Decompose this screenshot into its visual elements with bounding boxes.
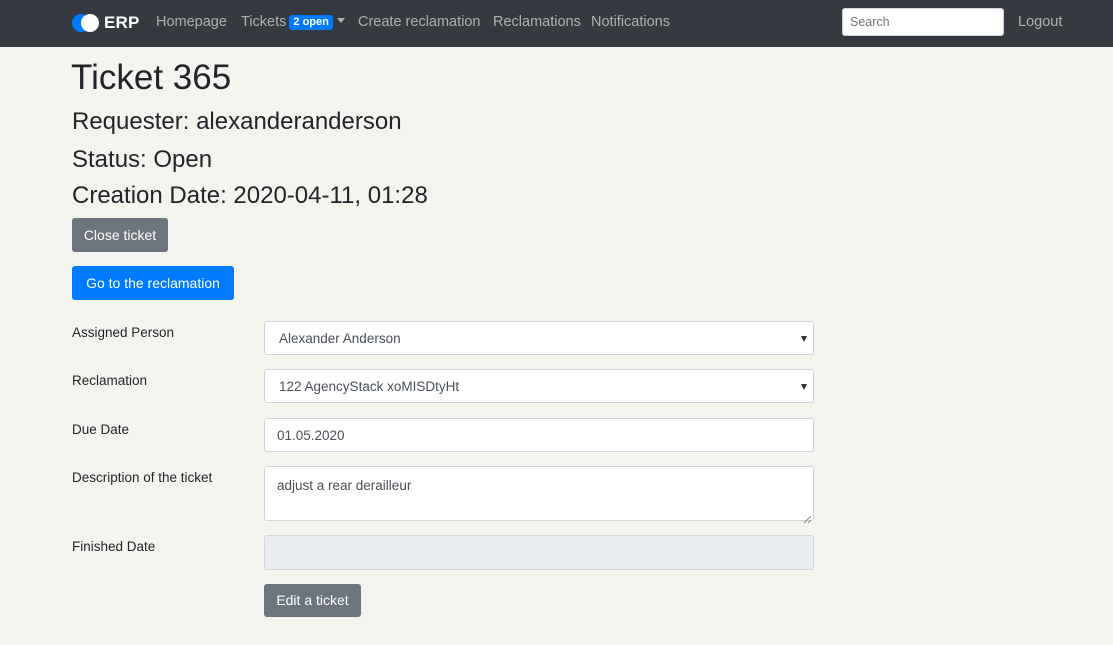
requester-heading: Requester: alexanderanderson bbox=[72, 108, 402, 135]
nav-tickets-label: Tickets bbox=[241, 14, 287, 30]
nav-logout[interactable]: Logout bbox=[1018, 14, 1062, 30]
nav-reclamations[interactable]: Reclamations bbox=[493, 14, 581, 30]
ticket-title: Ticket 365 bbox=[71, 58, 232, 97]
due-date-input[interactable]: 01.05.2020 bbox=[264, 418, 814, 452]
finished-date-label: Finished Date bbox=[72, 539, 156, 554]
status-heading: Status: Open bbox=[72, 146, 213, 173]
finished-date-input bbox=[264, 535, 814, 570]
nav-homepage[interactable]: Homepage bbox=[156, 14, 227, 30]
resize-handle-icon[interactable] bbox=[803, 510, 812, 524]
creation-date-heading: Creation Date: 2020-04-11, 01:28 bbox=[72, 182, 428, 209]
assigned-person-select[interactable]: Alexander Anderson bbox=[264, 321, 814, 355]
nav-notifications[interactable]: Notifications bbox=[591, 14, 670, 30]
go-to-reclamation-button[interactable]: Go to the reclamation bbox=[72, 266, 234, 300]
assigned-person-value: Alexander Anderson bbox=[279, 331, 401, 346]
reclamation-value: 122 AgencyStack xoMISDtyHt bbox=[279, 379, 460, 394]
nav-create-reclamation[interactable]: Create reclamation bbox=[358, 14, 481, 30]
description-textarea[interactable]: adjust a rear derailleur bbox=[264, 466, 814, 524]
assigned-person-label: Assigned Person bbox=[72, 325, 175, 340]
reclamation-select[interactable]: 122 AgencyStack xoMISDtyHt bbox=[264, 369, 814, 403]
close-ticket-button[interactable]: Close ticket bbox=[72, 218, 168, 252]
due-date-label: Due Date bbox=[72, 422, 130, 437]
erp-logo-icon bbox=[72, 14, 99, 32]
search-input[interactable] bbox=[842, 8, 1004, 36]
brand-text: ERP bbox=[104, 13, 140, 32]
description-label: Description of the ticket bbox=[72, 470, 213, 485]
description-value: adjust a rear derailleur bbox=[277, 478, 412, 493]
nav-tickets-dropdown[interactable]: Tickets 2 open bbox=[241, 14, 345, 31]
select-arrow-icon bbox=[801, 336, 807, 342]
caret-down-icon bbox=[336, 18, 345, 23]
brand-link[interactable]: ERP bbox=[72, 12, 140, 34]
edit-ticket-button[interactable]: Edit a ticket bbox=[264, 584, 361, 617]
navbar: ERP Homepage Tickets 2 open Create reclam… bbox=[0, 0, 1113, 47]
open-tickets-badge: 2 open bbox=[289, 15, 333, 30]
due-date-value: 01.05.2020 bbox=[277, 428, 345, 443]
select-arrow-icon bbox=[801, 384, 807, 390]
reclamation-label: Reclamation bbox=[72, 373, 148, 388]
